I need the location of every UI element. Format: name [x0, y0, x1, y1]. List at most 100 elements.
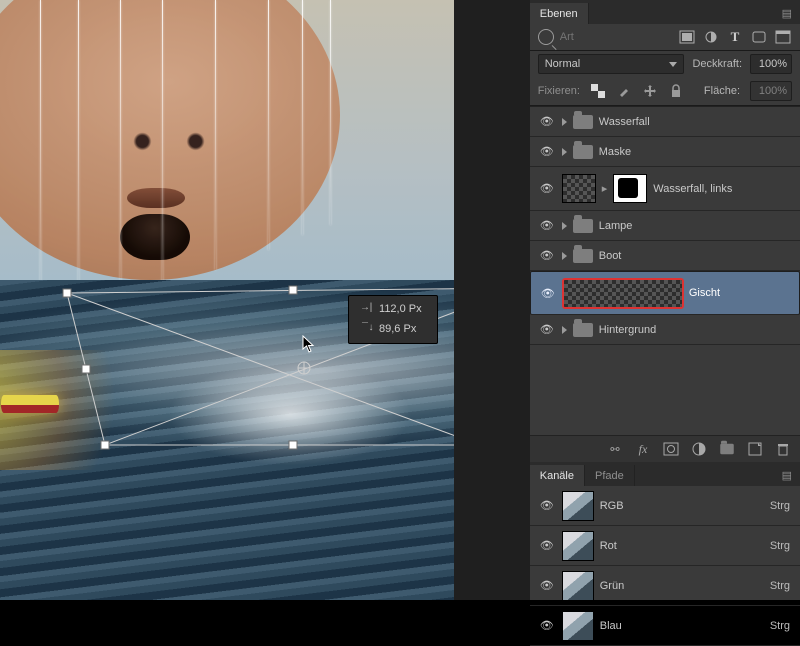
channels-panel-tabs: Kanäle Pfade ▤	[530, 462, 800, 486]
visibility-toggle[interactable]: 👁	[538, 537, 556, 555]
layer-name[interactable]: Gischt	[689, 287, 795, 299]
water-streak	[330, 0, 331, 225]
channel-list[interactable]: 👁 RGB Strg 👁 Rot Strg 👁 Grün Strg 👁 Bl	[530, 486, 800, 646]
layer-name[interactable]: Lampe	[599, 220, 796, 232]
layer-thumb[interactable]	[562, 174, 596, 203]
channel-shortcut: Strg	[770, 540, 796, 552]
channel-shortcut: Strg	[770, 500, 796, 512]
channel-row[interactable]: 👁 Blau Strg	[530, 606, 800, 646]
water-streak	[78, 0, 79, 300]
channel-thumb	[562, 571, 594, 601]
lock-paint-icon[interactable]	[616, 83, 632, 99]
opacity-label: Deckkraft:	[692, 58, 742, 70]
visibility-toggle[interactable]: 👁	[538, 321, 556, 339]
fx-icon[interactable]: fx	[634, 441, 652, 457]
layer-group[interactable]: 👁 Boot	[530, 241, 800, 271]
layers-panel-footer: ⚯ fx	[530, 435, 800, 462]
channel-thumb	[562, 611, 594, 641]
channel-name[interactable]: RGB	[600, 500, 764, 512]
filter-type-icon[interactable]: T	[726, 29, 744, 45]
layer-thumb[interactable]	[563, 279, 683, 308]
layer-name[interactable]: Hintergrund	[599, 324, 796, 336]
water-streak	[162, 0, 163, 300]
visibility-toggle[interactable]: 👁	[538, 497, 556, 515]
channel-name[interactable]: Blau	[600, 620, 764, 632]
channel-shortcut: Strg	[770, 580, 796, 592]
layer-name[interactable]: Wasserfall	[599, 116, 796, 128]
layer-list[interactable]: 👁 Wasserfall 👁 Maske 👁 ▸ Wasserfall, lin…	[530, 106, 800, 435]
delete-icon[interactable]	[774, 441, 792, 457]
visibility-toggle[interactable]: 👁	[538, 143, 556, 161]
app-root: →|112,0 Px ‾↓89,6 Px Ebenen ▤ T Normal	[0, 0, 800, 600]
filter-smart-icon[interactable]	[774, 29, 792, 45]
layer-name[interactable]: Wasserfall, links	[653, 183, 796, 195]
tab-channels[interactable]: Kanäle	[530, 465, 585, 486]
layer-filter-input[interactable]	[560, 31, 620, 43]
water-streak	[40, 0, 41, 300]
channel-name[interactable]: Grün	[600, 580, 764, 592]
pasteboard	[454, 0, 530, 600]
panel-menu-icon[interactable]: ▤	[774, 3, 800, 24]
new-adjustment-icon[interactable]	[690, 441, 708, 457]
layer-name[interactable]: Maske	[599, 146, 796, 158]
visibility-toggle[interactable]: 👁	[538, 217, 556, 235]
layer-group[interactable]: 👁 Maske	[530, 137, 800, 167]
visibility-toggle[interactable]: 👁	[538, 180, 556, 198]
panel-menu-icon[interactable]: ▤	[774, 465, 800, 486]
blend-mode-select[interactable]: Normal	[538, 54, 685, 74]
filter-adjust-icon[interactable]	[702, 29, 720, 45]
channel-name[interactable]: Rot	[600, 540, 764, 552]
layer-list-empty	[530, 345, 800, 435]
lock-row: Fixieren: Fläche: 100%	[530, 77, 800, 105]
disclosure-icon[interactable]	[562, 326, 567, 334]
tab-paths[interactable]: Pfade	[585, 465, 635, 486]
visibility-toggle[interactable]: 👁	[538, 113, 556, 131]
water-streak	[120, 0, 121, 300]
layer-item[interactable]: 👁 ▸ Wasserfall, links	[530, 167, 800, 211]
channel-row[interactable]: 👁 Grün Strg	[530, 566, 800, 606]
transform-measure-tooltip: →|112,0 Px ‾↓89,6 Px	[348, 295, 438, 344]
layers-panel-tabs: Ebenen ▤	[530, 0, 800, 24]
document[interactable]: →|112,0 Px ‾↓89,6 Px	[0, 0, 454, 600]
lock-transparency-icon[interactable]	[590, 83, 606, 99]
channel-row[interactable]: 👁 RGB Strg	[530, 486, 800, 526]
water-streak	[268, 0, 269, 250]
layer-item-selected[interactable]: 👁 Gischt	[530, 271, 800, 315]
link-layers-icon[interactable]: ⚯	[606, 441, 624, 457]
lock-all-icon[interactable]	[668, 83, 684, 99]
visibility-toggle[interactable]: 👁	[538, 577, 556, 595]
channel-thumb	[562, 531, 594, 561]
visibility-toggle[interactable]: 👁	[538, 247, 556, 265]
filter-pixel-icon[interactable]	[678, 29, 696, 45]
visibility-toggle[interactable]: 👁	[538, 617, 556, 635]
height-readout: 89,6 Px	[379, 322, 416, 336]
search-icon	[538, 29, 554, 45]
disclosure-icon[interactable]	[562, 222, 567, 230]
fill-label: Fläche:	[704, 85, 740, 97]
layer-group[interactable]: 👁 Wasserfall	[530, 107, 800, 137]
channel-row[interactable]: 👁 Rot Strg	[530, 526, 800, 566]
panels-column: Ebenen ▤ T Normal Deckkraft: 100% Fixier…	[530, 0, 800, 600]
disclosure-icon[interactable]	[562, 148, 567, 156]
new-group-icon[interactable]	[718, 441, 736, 457]
visibility-toggle[interactable]: 👁	[539, 284, 557, 302]
add-mask-icon[interactable]	[662, 441, 680, 457]
fill-value[interactable]: 100%	[750, 81, 792, 101]
tab-layers[interactable]: Ebenen	[530, 3, 589, 24]
disclosure-icon[interactable]	[562, 252, 567, 260]
disclosure-icon[interactable]	[562, 118, 567, 126]
layer-group[interactable]: 👁 Lampe	[530, 211, 800, 241]
opacity-value[interactable]: 100%	[750, 54, 792, 74]
filter-shape-icon[interactable]	[750, 29, 768, 45]
lock-move-icon[interactable]	[642, 83, 658, 99]
folder-icon	[573, 115, 593, 129]
width-readout: 112,0 Px	[379, 302, 422, 316]
canvas-area[interactable]: →|112,0 Px ‾↓89,6 Px	[0, 0, 530, 600]
cursor-icon	[302, 335, 316, 353]
water-streak	[302, 0, 303, 235]
lock-label: Fixieren:	[538, 85, 580, 97]
layer-mask-thumb[interactable]	[613, 174, 647, 203]
layer-group[interactable]: 👁 Hintergrund	[530, 315, 800, 345]
new-layer-icon[interactable]	[746, 441, 764, 457]
layer-name[interactable]: Boot	[599, 250, 796, 262]
